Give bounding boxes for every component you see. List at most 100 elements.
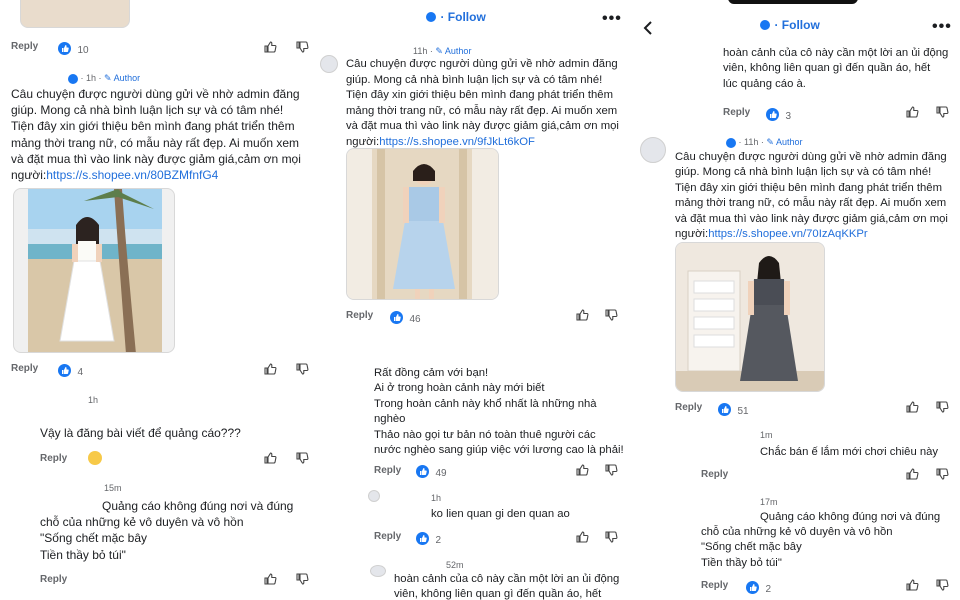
more-options-button[interactable]: ••• <box>602 10 622 28</box>
shopee-link[interactable]: https://s.shopee.vn/80BZMfnfG4 <box>46 168 218 182</box>
comment-line: viên, không liên quan gì đến quần áo, hế… <box>723 62 931 75</box>
reply-button[interactable]: Reply <box>723 107 750 118</box>
thumbs-up-icon[interactable] <box>905 578 919 592</box>
thumbs-down-icon[interactable] <box>295 362 309 376</box>
post-line: và đặt mua thì vào link này được giảm gi… <box>346 120 619 132</box>
like-count-group: 49 <box>416 463 447 481</box>
reply-button[interactable]: Reply <box>346 310 373 321</box>
reply-button[interactable]: Reply <box>701 580 728 591</box>
more-options-button[interactable]: ••• <box>932 18 952 36</box>
haha-reaction-icon <box>88 451 102 465</box>
thumbs-up-icon[interactable] <box>263 572 277 586</box>
verified-badge-icon <box>426 11 436 22</box>
comment-line: Quảng cáo không đúng nơi và đúng <box>102 499 294 513</box>
thumbs-down-icon[interactable] <box>604 530 618 544</box>
reply-button[interactable]: Reply <box>675 402 702 413</box>
status-bar-pill <box>728 0 858 4</box>
author-label: Author <box>775 137 803 147</box>
thumbs-up-icon[interactable] <box>905 105 919 119</box>
thumbs-down-icon[interactable] <box>295 572 309 586</box>
product-image[interactable] <box>675 242 825 392</box>
post-line: giúp. Mong cả nhà bình luận lịch sự và c… <box>675 166 932 179</box>
comment-line: Quảng cáo không đúng nơi và đúng <box>760 511 941 523</box>
comment-line: nghèo <box>374 413 406 426</box>
like-reaction-icon <box>58 364 71 378</box>
like-reaction-icon <box>416 465 429 479</box>
thumbs-up-icon[interactable] <box>905 467 919 481</box>
follow-button[interactable]: · Follow <box>440 10 485 24</box>
thumbs-up-icon[interactable] <box>575 530 589 544</box>
product-image[interactable] <box>346 148 499 300</box>
thumbs-down-icon[interactable] <box>295 40 309 54</box>
comment-line: chỗ của những kẻ vô duyên và vô hồn <box>40 515 244 530</box>
post-prefix: người: <box>346 135 380 148</box>
comment-line: Rất đồng cảm với bạn! <box>374 367 489 379</box>
avatar[interactable] <box>320 55 338 73</box>
thumbs-up-icon[interactable] <box>263 40 277 54</box>
comment-line: Tiền thầy bỏ túi" <box>40 547 126 562</box>
thumbs-down-icon[interactable] <box>935 578 949 592</box>
like-count-group: 2 <box>416 530 441 548</box>
shopee-link[interactable]: https://s.shopee.vn/9fJkLt6kOF <box>379 136 535 148</box>
comment-line: viên, không liên quan gì đến quần áo, hế… <box>394 587 602 600</box>
comment-time: 1h <box>86 73 97 83</box>
like-count-group: 3 <box>766 106 791 124</box>
reply-button[interactable]: Reply <box>374 531 401 542</box>
previous-post-image[interactable] <box>20 0 130 28</box>
comment-time: 11h <box>744 137 759 147</box>
comment-time: 11h <box>413 46 428 56</box>
comment-time: 1h <box>431 493 442 503</box>
panel-right: · Follow ••• hoàn cảnh của cô này cần mộ… <box>630 0 960 600</box>
panel-left: Reply 10 · 1h · ✎ Author Câu chuyện được… <box>0 0 318 600</box>
comment-time: 17m <box>760 497 778 507</box>
avatar[interactable] <box>370 565 386 577</box>
author-meta: · 1h · ✎ Author <box>68 73 140 84</box>
comment-line: hoàn cảnh của cô này cần một lời an ủi đ… <box>394 573 620 585</box>
reply-button[interactable]: Reply <box>701 469 728 480</box>
thumbs-down-icon[interactable] <box>604 463 618 477</box>
product-image[interactable] <box>13 188 175 353</box>
thumbs-down-icon[interactable] <box>935 467 949 481</box>
thumbs-down-icon[interactable] <box>935 400 949 414</box>
pencil-icon: ✎ <box>104 73 112 83</box>
reply-button[interactable]: Reply <box>11 41 38 52</box>
like-count-group: 4 <box>58 362 83 380</box>
avatar[interactable] <box>640 137 666 163</box>
reply-button[interactable]: Reply <box>374 465 401 476</box>
author-meta: · 11h · ✎ Author <box>726 137 802 148</box>
thumbs-up-icon[interactable] <box>263 451 277 465</box>
like-count: 49 <box>435 468 447 479</box>
thumbs-down-icon[interactable] <box>604 308 618 322</box>
comment-line: "Sống chết mặc bây <box>701 541 802 554</box>
comment-time: 15m <box>104 483 122 493</box>
comment-line: "Sống chết mặc bây <box>40 531 147 546</box>
follow-header: · Follow <box>760 16 820 34</box>
follow-button[interactable]: · Follow <box>774 18 819 32</box>
shopee-link[interactable]: https://s.shopee.vn/70IzAqKKPr <box>708 228 868 240</box>
comment-time: 1h <box>88 395 99 405</box>
follow-header: · Follow <box>426 8 486 26</box>
post-line: Tiện đây xin giới thiệu bên mình đang ph… <box>11 119 295 134</box>
like-count-group: 46 <box>390 309 421 327</box>
thumbs-up-icon[interactable] <box>263 362 277 376</box>
verified-badge-icon <box>726 137 736 148</box>
chevron-left-icon[interactable] <box>642 20 654 36</box>
thumbs-up-icon[interactable] <box>905 400 919 414</box>
post-prefix: người: <box>675 228 709 241</box>
like-count-group: 2 <box>746 579 771 597</box>
like-reaction-icon <box>416 532 429 546</box>
thumbs-down-icon[interactable] <box>295 451 309 465</box>
avatar[interactable] <box>368 490 380 502</box>
post-prefix: người: <box>11 168 47 183</box>
like-reaction-icon <box>746 581 759 595</box>
thumbs-up-icon[interactable] <box>575 463 589 477</box>
post-line: Câu chuyện được người dùng gửi về nhờ ad… <box>11 87 300 101</box>
reply-button[interactable]: Reply <box>40 574 67 585</box>
comment-line: lúc quảng cáo à. <box>723 77 806 90</box>
thumbs-up-icon[interactable] <box>575 308 589 322</box>
reply-button[interactable]: Reply <box>11 363 38 374</box>
thumbs-down-icon[interactable] <box>935 105 949 119</box>
comment-text-block: Quảng cáo không đúng nơi và đúng chỗ của… <box>701 510 956 571</box>
pencil-icon: ✎ <box>766 137 774 147</box>
reply-button[interactable]: Reply <box>40 453 67 464</box>
